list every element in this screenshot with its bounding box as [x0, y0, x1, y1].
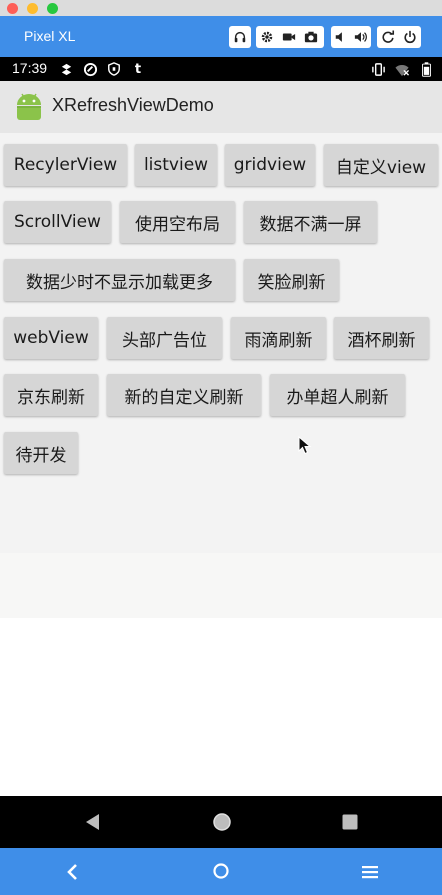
headphone-icon[interactable] [229, 26, 251, 48]
nav-back-icon[interactable] [84, 813, 102, 835]
hide-load-more-button[interactable]: 数据少时不显示加载更多 [4, 259, 235, 301]
device-name: Pixel XL [24, 28, 76, 44]
zoom-window-button[interactable] [47, 3, 58, 14]
volume-up-icon[interactable] [351, 26, 371, 48]
rotate-icon[interactable] [377, 26, 399, 48]
emulator-button-group-volume [331, 26, 371, 48]
custom-view-button[interactable]: 自定义view [324, 144, 438, 186]
notification-icons: t [58, 61, 146, 77]
new-custom-refresh-button[interactable]: 新的自定义刷新 [107, 374, 261, 416]
emulator-button-group-capture [256, 26, 324, 48]
battery-icon [418, 61, 434, 77]
back-chevron-icon[interactable] [66, 863, 80, 885]
emulator-button-group-audio [229, 26, 251, 48]
content-background-lower [0, 553, 442, 618]
video-icon[interactable] [278, 26, 300, 48]
android-robot-icon [14, 91, 44, 123]
to-be-developed-button[interactable]: 待开发 [4, 432, 78, 474]
listview-button[interactable]: listview [135, 144, 217, 186]
menu-icon[interactable] [361, 864, 379, 884]
app-toolbar: XRefreshViewDemo [0, 81, 442, 133]
shield-icon [106, 61, 122, 77]
data-not-full-screen-button[interactable]: 数据不满一屏 [244, 201, 377, 243]
smiley-refresh-button[interactable]: 笑脸刷新 [244, 259, 339, 301]
vibrate-icon [370, 61, 386, 77]
android-navigation-bar [0, 796, 442, 848]
minimize-window-button[interactable] [27, 3, 38, 14]
home-circle-icon[interactable] [212, 862, 230, 884]
emulator-button-group-device [377, 26, 421, 48]
emulator-bottom-bar [0, 848, 442, 895]
gridview-button[interactable]: gridview [225, 144, 315, 186]
volume-down-icon[interactable] [331, 26, 351, 48]
app-title: XRefreshViewDemo [52, 95, 214, 115]
sync-icon [58, 61, 74, 77]
header-ad-button[interactable]: 头部广告位 [107, 317, 222, 359]
superman-refresh-button[interactable]: 办单超人刷新 [270, 374, 405, 416]
jd-refresh-button[interactable]: 京东刷新 [4, 374, 98, 416]
tumblr-icon: t [134, 61, 142, 77]
nav-recents-icon[interactable] [342, 814, 358, 834]
nav-home-icon[interactable] [212, 812, 232, 836]
raindrop-refresh-button[interactable]: 雨滴刷新 [231, 317, 326, 359]
empty-layout-button[interactable]: 使用空布局 [120, 201, 235, 243]
wifi-off-icon [394, 61, 410, 77]
camera-icon[interactable] [300, 26, 322, 48]
status-time: 17:39 [12, 60, 48, 76]
close-window-button[interactable] [7, 3, 18, 14]
data-saver-icon [82, 61, 98, 77]
power-icon[interactable] [399, 26, 421, 48]
system-icons [370, 61, 434, 77]
settings-icon[interactable] [256, 26, 278, 48]
window-titlebar [0, 0, 442, 16]
recyclerview-button[interactable]: RecylerView [4, 144, 127, 186]
webview-button[interactable]: webView [4, 317, 98, 359]
android-status-bar: 17:39 t [0, 57, 442, 81]
mouse-pointer-icon [298, 435, 312, 456]
wineglass-refresh-button[interactable]: 酒杯刷新 [334, 317, 429, 359]
scrollview-button[interactable]: ScrollView [4, 201, 111, 243]
emulator-toolbar: Pixel XL [0, 16, 442, 57]
main-content: RecylerView listview gridview 自定义view Sc… [0, 133, 442, 796]
